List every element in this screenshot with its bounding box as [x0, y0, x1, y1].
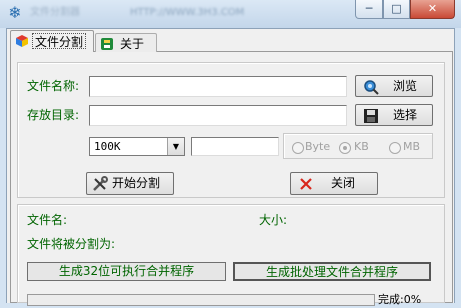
browse-button-label: 浏览 — [393, 79, 418, 93]
info-size-label: 大小: — [259, 213, 288, 227]
unit-label-byte: Byte — [305, 140, 331, 153]
generate-exe-merger-button[interactable]: 生成32位可执行合并程序 — [27, 262, 226, 281]
split-size-select[interactable]: 100K ▼ — [89, 137, 185, 156]
tab-about[interactable]: 关于 — [95, 33, 157, 52]
snowflake-icon[interactable]: ❄ — [6, 4, 24, 22]
directory-label: 存放目录: — [27, 108, 80, 122]
unit-label-kb: KB — [354, 140, 369, 153]
info-filename-label: 文件名: — [27, 213, 68, 227]
browse-button[interactable]: 浏览 — [355, 75, 433, 97]
green-app-icon — [100, 37, 114, 51]
tab-file-split[interactable]: 文件分割 — [10, 30, 94, 52]
search-globe-icon — [363, 79, 379, 95]
red-x-icon — [298, 176, 314, 192]
directory-input[interactable] — [89, 105, 347, 126]
maximize-button[interactable]: □ — [383, 0, 410, 19]
split-into-label: 文件将被分割为: — [27, 237, 116, 251]
minimize-button[interactable]: ─ — [355, 0, 383, 19]
colorful-cube-icon — [15, 34, 29, 48]
close-button[interactable]: 关闭 — [290, 172, 378, 195]
unit-radio-mb[interactable] — [389, 142, 401, 154]
done-percent-label: 完成:0% — [378, 293, 422, 306]
close-button-label: 关闭 — [331, 176, 356, 190]
split-size-value: 100K — [94, 140, 121, 153]
custom-size-input[interactable] — [191, 137, 279, 156]
unit-radio-kb[interactable] — [339, 142, 351, 154]
filename-input[interactable] — [89, 76, 347, 97]
tab-file-split-label: 文件分割 — [32, 33, 87, 49]
unit-radio-group: Byte KB MB — [283, 133, 433, 159]
close-window-button[interactable]: ✕ — [410, 0, 455, 19]
select-directory-button-label: 选择 — [393, 108, 418, 122]
info-group — [17, 204, 445, 303]
unit-label-mb: MB — [403, 140, 421, 153]
tools-icon — [92, 176, 108, 192]
select-directory-button[interactable]: 选择 — [355, 104, 433, 126]
chevron-down-icon[interactable]: ▼ — [167, 138, 184, 155]
filename-label: 文件名称: — [27, 79, 80, 93]
unit-radio-byte[interactable] — [292, 142, 304, 154]
progress-bar — [27, 294, 375, 306]
window-title-url: HTTP://WWW.3H3.COM — [130, 7, 245, 18]
floppy-disk-icon — [363, 108, 379, 124]
start-split-button-label: 开始分割 — [112, 176, 161, 190]
generate-batch-merger-button[interactable]: 生成批处理文件合并程序 — [233, 262, 431, 281]
start-split-button[interactable]: 开始分割 — [86, 172, 174, 195]
tab-about-label: 关于 — [120, 37, 145, 51]
